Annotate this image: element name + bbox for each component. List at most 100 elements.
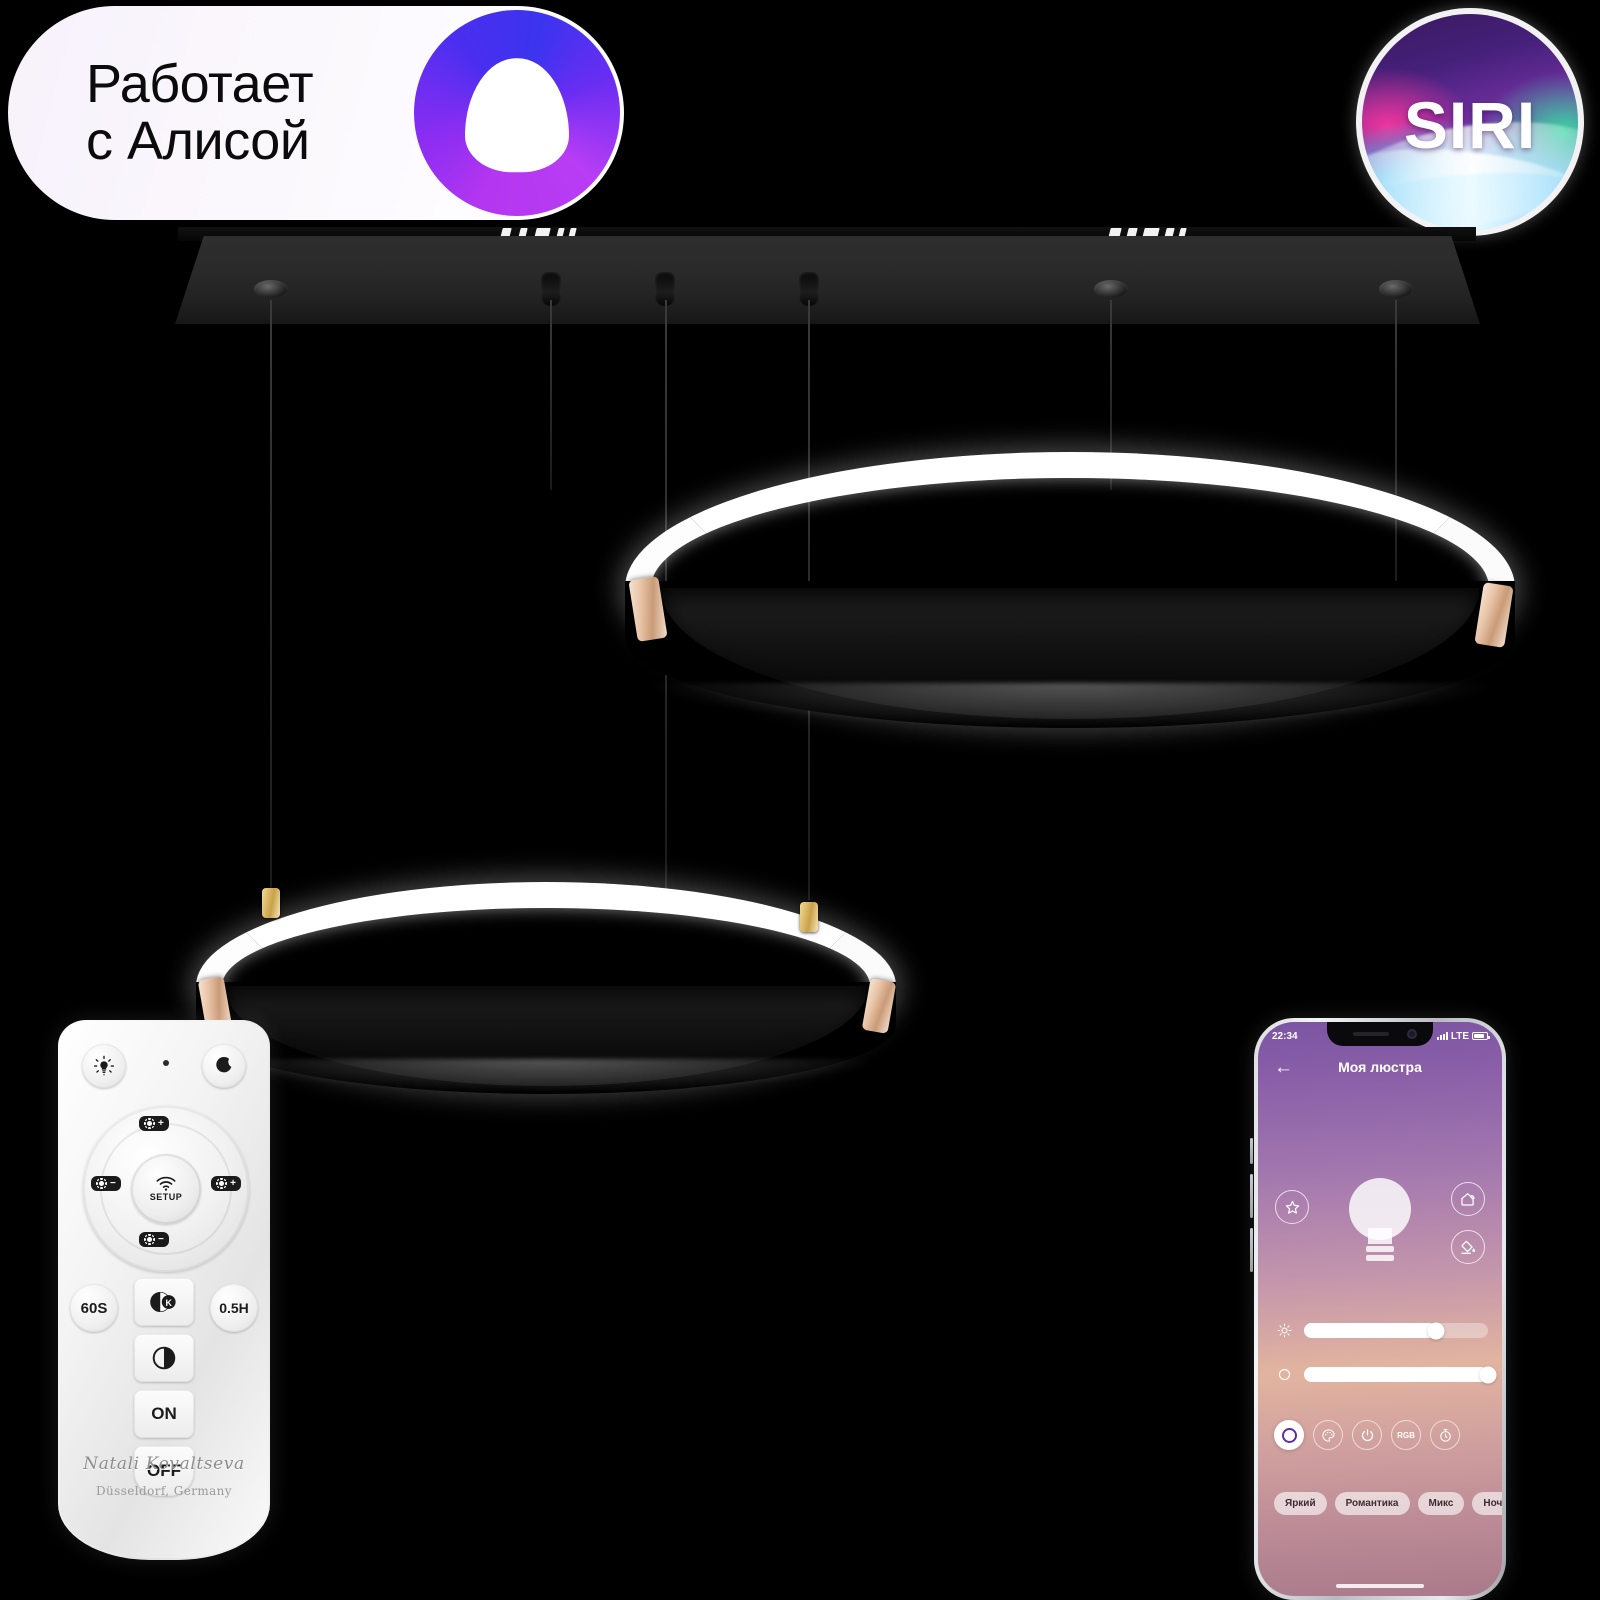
siri-wave-3 <box>1362 164 1578 230</box>
remote-body: + − − + SETUP 60S K 0.5H ON OFF Natali K… <box>60 1022 268 1558</box>
app-bar: ← Моя люстра <box>1258 1052 1502 1082</box>
preset-chip-mix[interactable]: Микс <box>1417 1492 1465 1515</box>
brightness-slider-knob[interactable] <box>1427 1322 1445 1339</box>
contrast-circle-icon <box>152 1346 176 1370</box>
suspension-cable <box>550 300 552 490</box>
color-temp-slider-knob[interactable] <box>1479 1366 1497 1383</box>
brightness-minus-icon: − <box>139 1232 169 1247</box>
brightness-slider-row[interactable] <box>1276 1322 1488 1339</box>
siri-orb-icon: SIRI <box>1362 14 1578 230</box>
remote-half-hour-button[interactable]: 0.5H <box>210 1284 258 1332</box>
color-temp-slider-track[interactable] <box>1304 1366 1497 1383</box>
siri-label: SIRI <box>1403 88 1537 163</box>
phone-silent-switch[interactable] <box>1250 1228 1253 1272</box>
circle-ring-icon <box>1281 1427 1297 1443</box>
brightness-plus-icon: + <box>139 1116 169 1131</box>
cable-anchor <box>1379 280 1413 298</box>
phone-status-bar: 22:34 LTE <box>1258 1026 1502 1046</box>
remote-brightness-up-button[interactable]: + <box>139 1116 169 1131</box>
phone-volume-up-button[interactable] <box>1250 1138 1253 1164</box>
sun-bulb-icon <box>93 1055 115 1076</box>
rgb-text-icon: RGB <box>1397 1430 1415 1440</box>
circle-icon <box>1276 1366 1293 1383</box>
suspension-cable <box>270 300 272 900</box>
color-temp-minus-icon: − <box>91 1176 121 1191</box>
alice-badge-text: Работает с Алисой <box>86 53 314 171</box>
svg-text:K: K <box>165 1298 172 1308</box>
remote-dimmer-button[interactable] <box>134 1334 194 1382</box>
palette-icon <box>1321 1428 1335 1442</box>
bulb-base-fin <box>1366 1255 1394 1261</box>
ring-cable-connector <box>262 888 280 918</box>
ring-cable-connector <box>800 902 818 932</box>
status-right-group: LTE <box>1436 1030 1490 1042</box>
phone-screen: 22:34 LTE ← Моя люстра RGB Яркий Романти… <box>1258 1022 1502 1596</box>
cable-anchor <box>1094 280 1128 298</box>
rgb-mode-button[interactable]: RGB <box>1391 1420 1421 1450</box>
remote-day-mode-button[interactable] <box>82 1044 126 1088</box>
battery-icon <box>1472 1032 1490 1040</box>
palette-button[interactable] <box>1313 1420 1343 1450</box>
works-with-alice-badge: Работает с Алисой <box>8 6 624 220</box>
timer-button[interactable] <box>1430 1420 1460 1450</box>
half-moon-k-icon: K <box>150 1291 176 1313</box>
color-temp-slider-fill <box>1304 1367 1488 1382</box>
white-mode-button[interactable] <box>1274 1420 1304 1450</box>
remote-brightness-down-button[interactable]: − <box>139 1232 169 1247</box>
upper-led-ring <box>625 452 1515 728</box>
timer-icon <box>1439 1428 1451 1442</box>
brightness-slider-track[interactable] <box>1304 1322 1488 1339</box>
remote-brand-origin: Düsseldorf, Germany <box>96 1484 232 1498</box>
home-indicator <box>1336 1584 1424 1588</box>
power-icon <box>1361 1428 1373 1441</box>
siri-badge: SIRI <box>1356 8 1584 236</box>
color-fill-button[interactable] <box>1451 1230 1485 1264</box>
remote-dpad[interactable]: + − − + SETUP <box>83 1106 249 1272</box>
moon-star-icon <box>216 1056 232 1073</box>
wifi-icon <box>156 1176 176 1191</box>
remote-ir-indicator <box>163 1060 169 1066</box>
brightness-slider-fill <box>1304 1323 1437 1338</box>
ring-underglow <box>651 683 1489 727</box>
back-arrow-icon[interactable]: ← <box>1274 1058 1293 1077</box>
product-photo-stage: Работает с Алисой SIRI + − − + SETUP 60S… <box>0 0 1600 1600</box>
signal-bars-icon <box>1436 1032 1448 1040</box>
home-group-button[interactable] <box>1451 1182 1485 1216</box>
preset-chip-row: Яркий Романтика Микс Ночник <box>1274 1492 1502 1515</box>
favorites-button[interactable] <box>1275 1190 1309 1224</box>
bulb-neck <box>1368 1228 1392 1244</box>
power-button[interactable] <box>1352 1420 1382 1450</box>
star-icon <box>1285 1200 1299 1214</box>
remote-color-temp-k-button[interactable]: K <box>134 1278 194 1326</box>
mode-toolbar: RGB <box>1274 1420 1492 1450</box>
home-wifi-icon <box>1461 1193 1475 1206</box>
status-time: 22:34 <box>1272 1030 1298 1042</box>
lower-led-ring <box>196 882 897 1094</box>
ceiling-mount-plate <box>175 236 1480 324</box>
remote-control[interactable]: + − − + SETUP 60S K 0.5H ON OFF Natali K… <box>58 1020 270 1560</box>
bulb-base-fin <box>1366 1246 1394 1252</box>
phone-volume-down-button[interactable] <box>1250 1174 1253 1218</box>
remote-night-mode-button[interactable] <box>202 1044 246 1088</box>
sun-icon <box>1276 1322 1293 1339</box>
light-bulb-icon <box>1349 1178 1411 1264</box>
paint-bucket-icon <box>1461 1240 1476 1254</box>
remote-setup-button[interactable]: SETUP <box>131 1154 201 1224</box>
preset-chip-romantic[interactable]: Романтика <box>1334 1492 1410 1515</box>
alice-assistant-logo-icon <box>414 10 620 216</box>
color-temp-slider-row[interactable] <box>1276 1366 1497 1383</box>
remote-brand-name: Natali Kovaltseva <box>83 1454 245 1474</box>
ring-underglow <box>217 1058 875 1093</box>
remote-color-temp-up-button[interactable]: + <box>211 1176 241 1191</box>
network-label: LTE <box>1450 1030 1469 1042</box>
color-temp-plus-icon: + <box>211 1176 241 1191</box>
remote-setup-label: SETUP <box>149 1192 183 1202</box>
cable-anchor <box>254 280 288 298</box>
remote-on-button[interactable]: ON <box>134 1390 194 1438</box>
remote-color-temp-down-button[interactable]: − <box>91 1176 121 1191</box>
remote-60s-button[interactable]: 60S <box>70 1284 118 1332</box>
preset-chip-bright[interactable]: Яркий <box>1274 1492 1327 1515</box>
app-title: Моя люстра <box>1338 1059 1422 1075</box>
preset-chip-night-light[interactable]: Ночник <box>1472 1492 1502 1515</box>
smartphone-mockup: 22:34 LTE ← Моя люстра RGB Яркий Романти… <box>1250 1018 1506 1600</box>
